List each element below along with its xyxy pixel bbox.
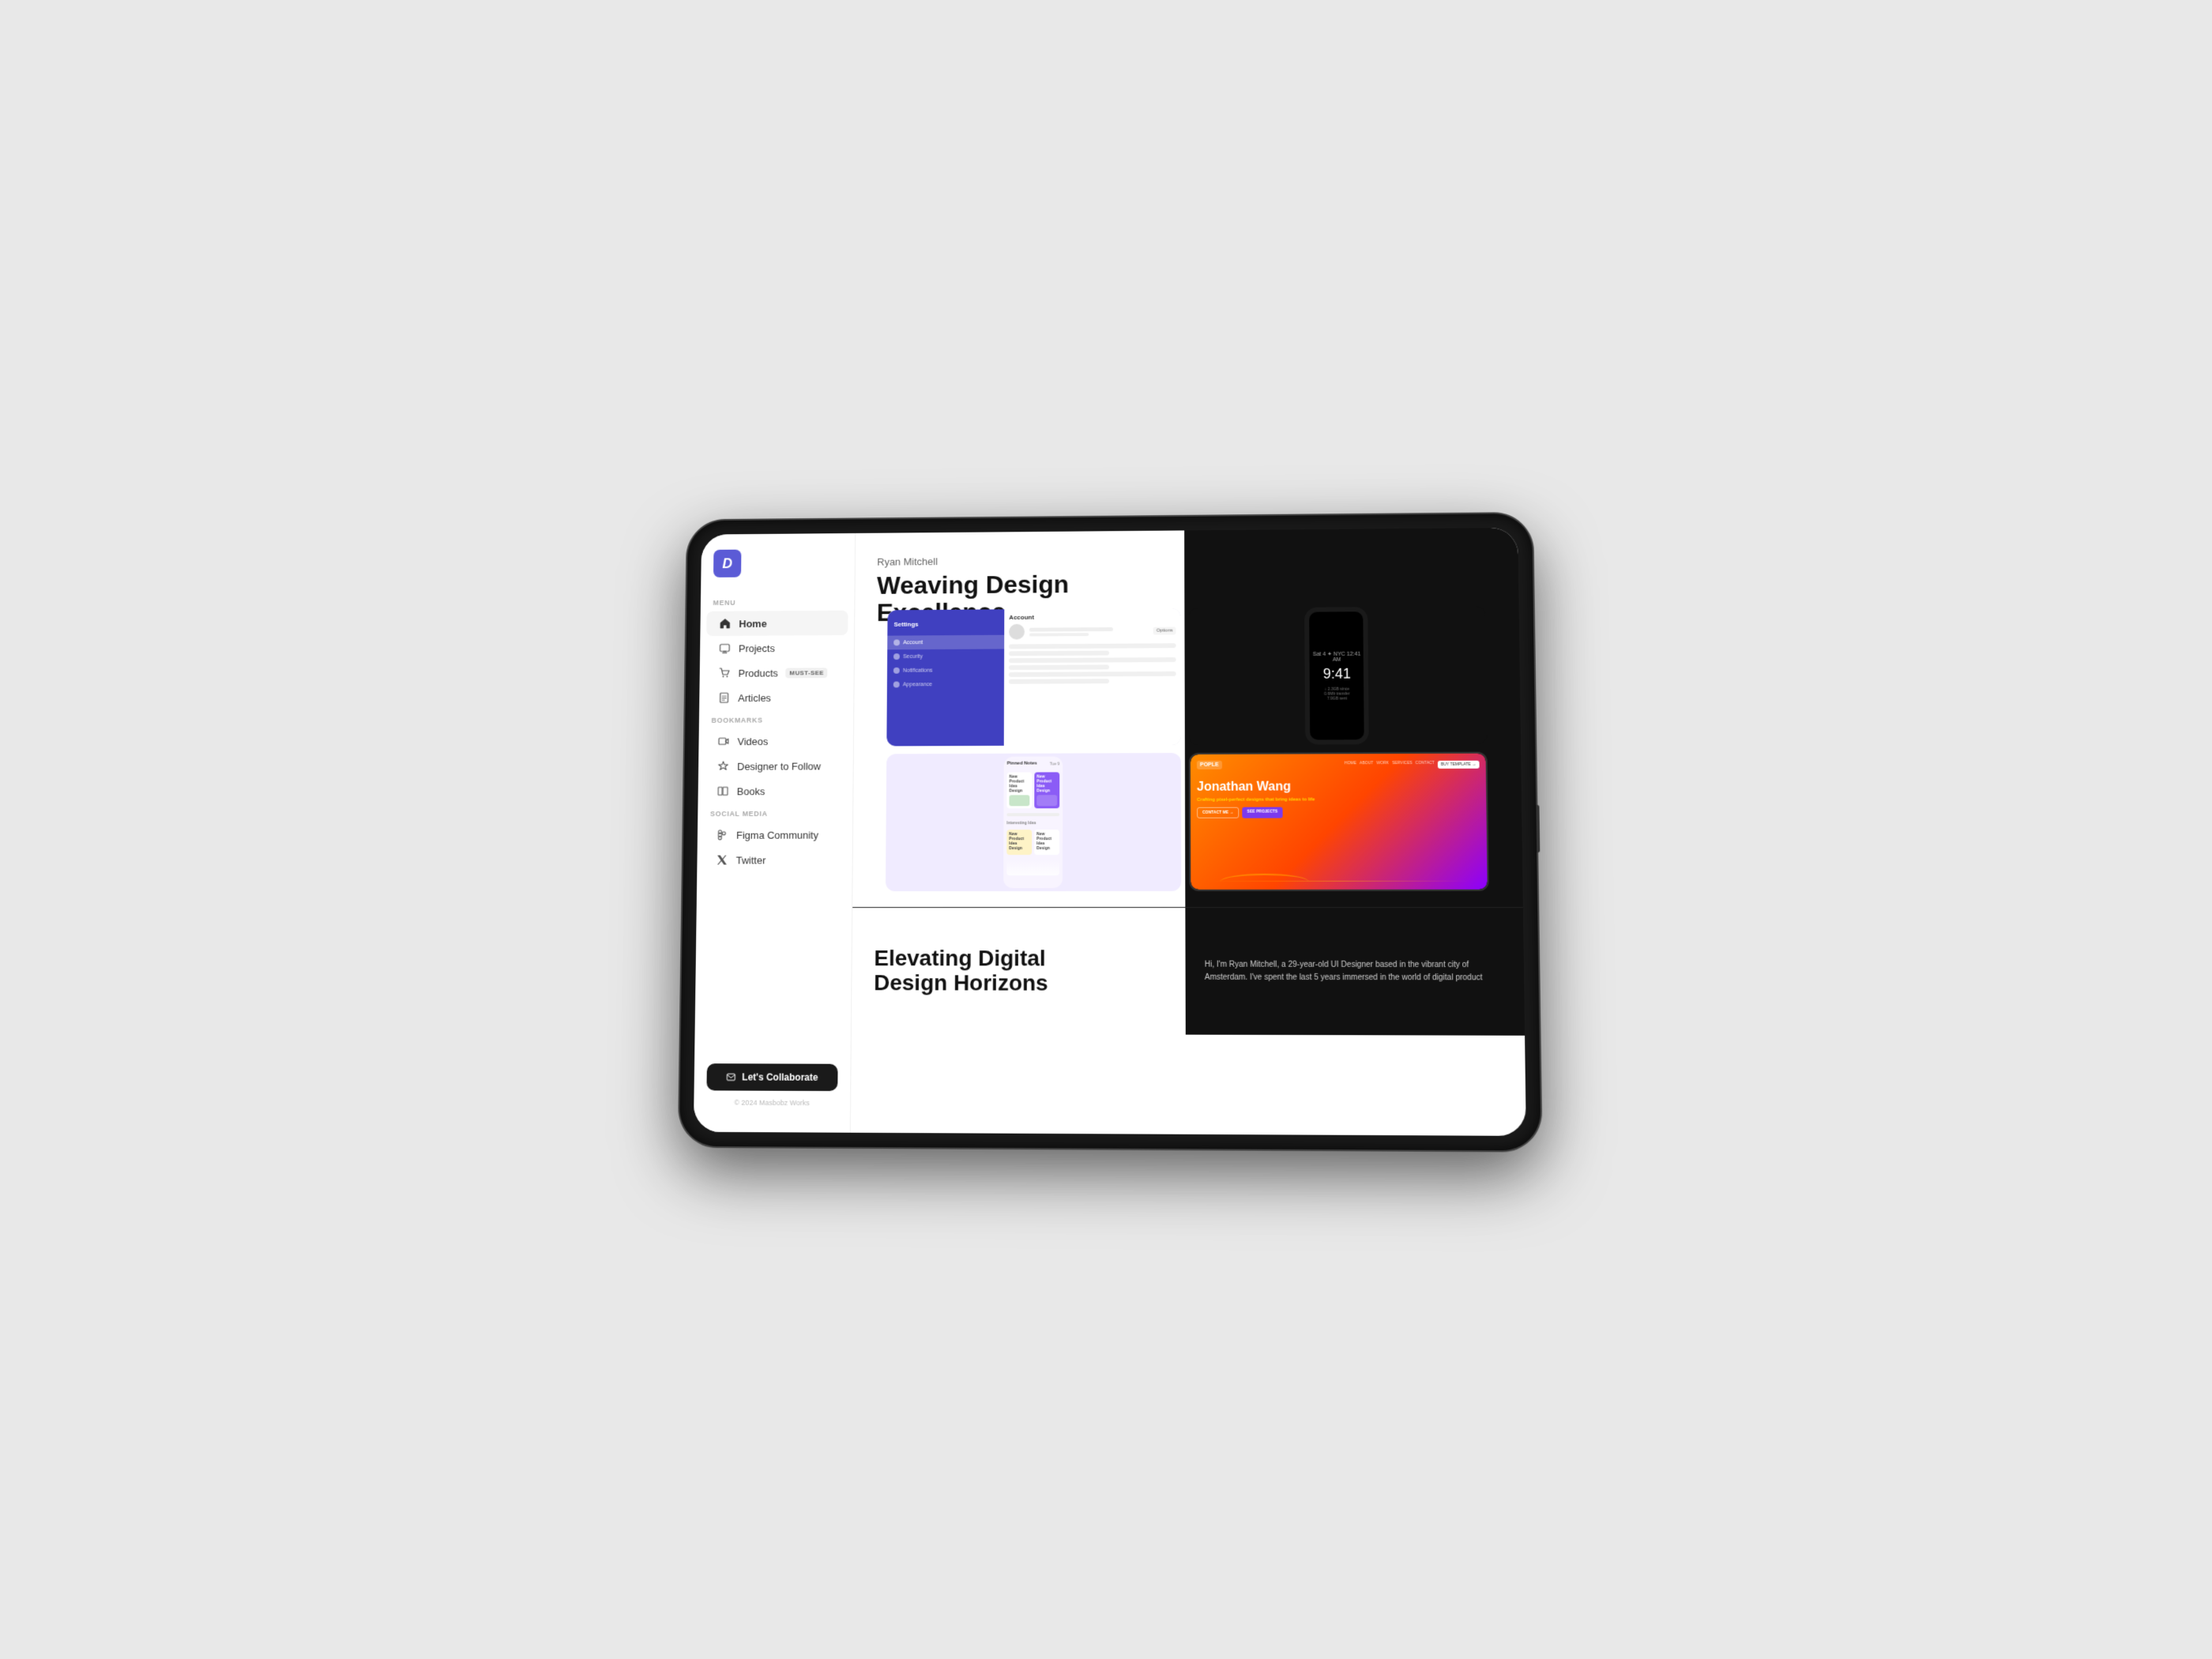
nav-designer-to-follow-label: Designer to Follow xyxy=(737,760,821,772)
security-icon xyxy=(893,653,900,660)
notes-header: Pinned Notes xyxy=(1007,762,1037,766)
nav-articles[interactable]: Articles xyxy=(705,685,848,710)
tablet-screen: D MENU Home Pro xyxy=(694,528,1526,1136)
nav-books-label: Books xyxy=(737,785,766,797)
phone-panel: Sat 4 ✦ NYC 12:41 AM 9:41 ↓ 2.3GB since … xyxy=(1188,606,1487,745)
home-icon xyxy=(719,617,732,630)
account-icon xyxy=(893,639,900,645)
logo-area: D xyxy=(701,548,855,592)
portfolio-action-buttons: CONTACT ME → SEE PROJECTS xyxy=(1197,807,1480,818)
portfolio-sub-text: Crafting pixel-perfect designs that brin… xyxy=(1197,796,1480,802)
portfolio-mockup: POPLE HOME ABOUT WORK SERVICES CONTACT B… xyxy=(1191,754,1488,890)
note-card-4: New Product Idea Design xyxy=(1034,830,1059,855)
portfolio-nav-items: HOME ABOUT WORK SERVICES CONTACT BUY TEM… xyxy=(1345,760,1480,769)
settings-row-5 xyxy=(1009,672,1176,677)
notifications-icon xyxy=(893,668,900,674)
appearance-icon xyxy=(893,682,900,688)
settings-security-item: Security xyxy=(887,649,1004,664)
nav-twitter-label: Twitter xyxy=(736,854,766,866)
nav-projects-label: Projects xyxy=(739,642,775,654)
phone-mockup: Sat 4 ✦ NYC 12:41 AM 9:41 ↓ 2.3GB since … xyxy=(1305,607,1370,744)
phone-time: 9:41 xyxy=(1323,665,1351,682)
main-content: Ryan Mitchell Weaving Design Excellence … xyxy=(851,528,1526,1136)
settings-sidebar: Settings Account Security xyxy=(886,609,1004,746)
note-card-3: New Product Idea Design xyxy=(1006,830,1032,856)
nav-articles-label: Articles xyxy=(738,692,771,704)
nav-books[interactable]: Books xyxy=(704,778,846,803)
tablet-device: D MENU Home Pro xyxy=(679,514,1541,1151)
hero-section: Ryan Mitchell Weaving Design Excellence … xyxy=(852,528,1523,907)
settings-appearance-item: Appearance xyxy=(887,677,1004,691)
hero-images-grid: Settings Account Security xyxy=(886,606,1489,907)
settings-main-content: Account Options xyxy=(1004,608,1181,746)
bottom-left: Elevating Digital Design Horizons xyxy=(852,908,1186,1035)
portfolio-brand: POPLE xyxy=(1197,761,1222,769)
nav-figma-community[interactable]: Figma Community xyxy=(704,822,847,848)
settings-notifications-item: Notifications xyxy=(887,663,1004,678)
sidebar: D MENU Home Pro xyxy=(694,533,856,1133)
bottom-right: Hi, I'm Ryan Mitchell, a 29-year-old UI … xyxy=(1185,908,1525,1036)
books-icon xyxy=(717,785,729,798)
nav-home[interactable]: Home xyxy=(706,611,848,636)
nav-home-label: Home xyxy=(739,618,766,630)
bottom-section: Elevating Digital Design Horizons Hi, I'… xyxy=(852,907,1525,1036)
note-card-1: New Product Idea Design xyxy=(1007,773,1033,809)
nav-products-label: Products xyxy=(738,667,777,679)
notes-mockup: Pinned Notes Tue 9 New Product Idea Desi… xyxy=(1003,757,1063,888)
bottom-tagline: Elevating Digital Design Horizons xyxy=(874,946,1163,995)
settings-row-1 xyxy=(1009,643,1176,649)
phone-stats: ↓ 2.3GB since 0.6Mb transfer 7.9GB sent xyxy=(1324,687,1350,701)
note-card-2: New Product Idea Design xyxy=(1034,773,1059,809)
bookmarks-section-label: BOOKMARKS xyxy=(699,709,854,728)
app-logo: D xyxy=(713,550,742,577)
nav-twitter[interactable]: Twitter xyxy=(703,847,846,872)
bottom-bio-text: Hi, I'm Ryan Mitchell, a 29-year-old UI … xyxy=(1205,958,1505,984)
cart-icon xyxy=(718,667,731,679)
note-image-1 xyxy=(1010,796,1030,807)
star-icon xyxy=(717,760,730,773)
nav-designer-to-follow[interactable]: Designer to Follow xyxy=(705,754,847,779)
phone-screen: Sat 4 ✦ NYC 12:41 AM 9:41 ↓ 2.3GB since … xyxy=(1310,611,1365,739)
products-badge: MUST-SEE xyxy=(786,668,828,678)
menu-section-label: MENU xyxy=(701,592,855,611)
portfolio-projects-btn: SEE PROJECTS xyxy=(1243,807,1283,818)
social-section-label: SOCIAL MEDIA xyxy=(698,803,852,822)
settings-row-3 xyxy=(1009,657,1176,663)
tablet-power-button xyxy=(1536,805,1540,852)
settings-account-header: Account xyxy=(1009,613,1176,621)
settings-mockup-panel: Settings Account Security xyxy=(886,608,1180,747)
settings-row-2 xyxy=(1009,651,1109,656)
nav-videos[interactable]: Videos xyxy=(705,728,847,754)
video-icon xyxy=(717,735,730,747)
portfolio-nav: POPLE HOME ABOUT WORK SERVICES CONTACT B… xyxy=(1197,760,1480,769)
book-icon xyxy=(718,691,731,704)
phone-date: Sat 4 ✦ NYC 12:41 AM xyxy=(1310,650,1364,662)
nav-products[interactable]: Products MUST-SEE xyxy=(705,660,848,685)
settings-row-6 xyxy=(1009,679,1109,684)
portfolio-buy-btn: BUY TEMPLATE → xyxy=(1438,760,1480,768)
settings-mockup: Settings Account Security xyxy=(886,608,1180,747)
monitor-icon xyxy=(718,642,731,655)
settings-row-4 xyxy=(1009,664,1109,670)
portfolio-panel: POPLE HOME ABOUT WORK SERVICES CONTACT B… xyxy=(1189,752,1489,891)
mail-icon xyxy=(726,1072,735,1082)
settings-account-item: Account xyxy=(887,635,1004,650)
nav-figma-label: Figma Community xyxy=(736,829,818,841)
figma-icon xyxy=(716,829,728,841)
portfolio-highlight: bring ideas to life xyxy=(1275,797,1315,802)
hero-designer-name: Ryan Mitchell xyxy=(877,554,1162,567)
note-image-2 xyxy=(1036,796,1057,807)
portfolio-contact-btn: CONTACT ME → xyxy=(1197,807,1240,818)
sidebar-footer: Let's Collaborate © 2024 Masbobz Works xyxy=(694,1054,850,1116)
mobile-app-panel: Pinned Notes Tue 9 New Product Idea Desi… xyxy=(886,753,1181,891)
nav-videos-label: Videos xyxy=(737,735,768,747)
collaborate-label: Let's Collaborate xyxy=(742,1071,818,1082)
portfolio-hero-name: Jonathan Wang xyxy=(1197,780,1480,795)
copyright-text: © 2024 Masbobz Works xyxy=(706,1098,837,1107)
collaborate-button[interactable]: Let's Collaborate xyxy=(706,1063,837,1091)
nav-projects[interactable]: Projects xyxy=(706,635,848,660)
twitter-icon xyxy=(716,854,728,867)
